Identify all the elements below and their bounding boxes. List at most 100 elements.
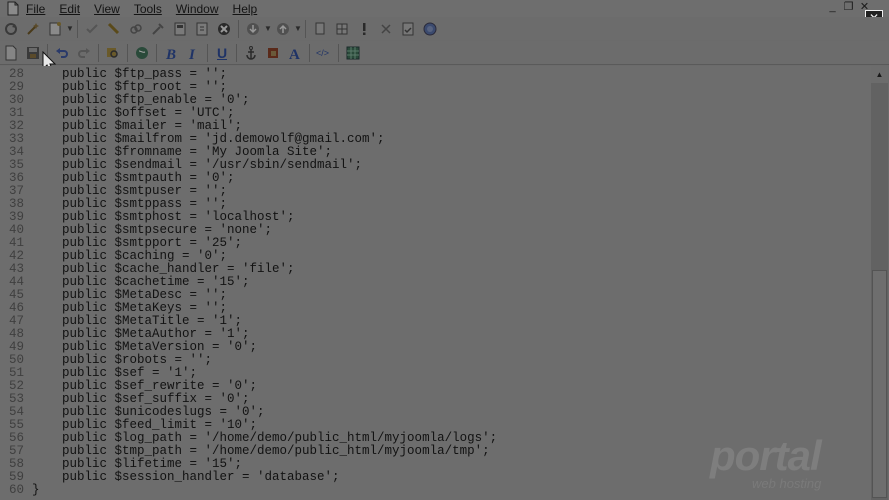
italic-icon: I	[188, 47, 196, 61]
new-button[interactable]	[0, 42, 22, 64]
check-icon	[86, 23, 98, 33]
find-button[interactable]	[102, 42, 124, 64]
grid-button[interactable]	[331, 18, 353, 40]
underline-button[interactable]: U	[211, 42, 233, 64]
tools-icon	[152, 22, 164, 35]
undo-icon	[56, 47, 68, 58]
table-button[interactable]	[342, 42, 364, 64]
exclamation-icon	[363, 22, 366, 35]
anchor-button[interactable]	[240, 42, 262, 64]
toolbar-separator	[156, 43, 157, 62]
menu-view[interactable]: View	[94, 2, 120, 16]
new-file-icon	[49, 21, 61, 35]
code-text[interactable]: }	[32, 484, 40, 497]
menu-file[interactable]: File	[26, 2, 45, 16]
toolbar-separator	[98, 43, 99, 62]
menu-window[interactable]: Window	[176, 2, 219, 16]
browser-icon	[136, 46, 148, 59]
links-button[interactable]	[125, 18, 147, 40]
copy-icon	[315, 22, 325, 34]
menu-edit[interactable]: Edit	[59, 2, 80, 16]
watermark-sub: web hosting	[752, 476, 822, 491]
font-icon: A	[289, 47, 300, 61]
svg-text:</>: </>	[316, 48, 329, 58]
minimize-button[interactable]: _	[826, 1, 839, 14]
globe-icon	[423, 22, 437, 35]
refresh-icon	[5, 22, 17, 35]
toolbar-separator	[305, 19, 306, 38]
wizard-button[interactable]	[22, 18, 44, 40]
download-button[interactable]	[242, 18, 264, 40]
svg-text:I: I	[188, 47, 196, 61]
stop-button[interactable]	[213, 18, 235, 40]
code-tag-button[interactable]: </>	[313, 42, 335, 64]
code-text[interactable]: public $session_handler = 'database';	[32, 471, 340, 484]
font-button[interactable]: A	[284, 42, 306, 64]
save-icon	[27, 46, 39, 59]
underline-icon: U	[217, 45, 227, 61]
toolbar-separator	[236, 43, 237, 62]
exclamation-button[interactable]	[353, 18, 375, 40]
page-icon	[196, 22, 208, 35]
bold-button[interactable]: B	[160, 42, 182, 64]
down-arrow-icon	[247, 22, 259, 35]
report-button[interactable]	[397, 18, 419, 40]
vertical-scrollbar[interactable]: ▲	[871, 66, 888, 500]
globe-button[interactable]	[419, 18, 441, 40]
restore-button[interactable]: ❐	[842, 1, 855, 14]
menu-tools[interactable]: Tools	[134, 2, 162, 16]
redo-icon	[78, 47, 90, 58]
svg-text:U: U	[217, 45, 227, 61]
watermark-brand: portal	[710, 432, 822, 479]
italic-button[interactable]: I	[182, 42, 204, 64]
new-icon	[5, 45, 17, 60]
line-number: 60	[8, 483, 24, 497]
image-button[interactable]	[262, 42, 284, 64]
main-toolbar: ▼ ▼ ▼	[0, 17, 889, 40]
save-button[interactable]	[22, 42, 44, 64]
scrollbar-thumb[interactable]	[872, 270, 887, 498]
format-toolbar: B I U A </>	[0, 41, 889, 65]
toolbar-separator	[338, 43, 339, 62]
chevron-down-icon[interactable]: ▼	[66, 24, 74, 33]
wizard-icon	[27, 22, 39, 35]
toolbar-separator	[207, 43, 208, 62]
menu-help[interactable]: Help	[233, 2, 258, 16]
toolbar-separator	[127, 43, 128, 62]
toolbar-separator	[309, 43, 310, 62]
svg-text:B: B	[165, 47, 176, 61]
links-icon	[130, 23, 142, 34]
image-icon	[268, 47, 278, 58]
anchor-icon	[246, 45, 256, 60]
chevron-down-icon[interactable]: ▼	[264, 24, 272, 33]
upload-button[interactable]	[272, 18, 294, 40]
brush-button[interactable]	[103, 18, 125, 40]
brush-icon	[107, 22, 120, 34]
grid-icon	[336, 23, 348, 34]
new-file-button[interactable]	[44, 18, 66, 40]
copy-button[interactable]	[309, 18, 331, 40]
document-icon	[7, 1, 19, 16]
browser-button[interactable]	[131, 42, 153, 64]
find-icon	[107, 47, 118, 58]
x-icon	[381, 23, 391, 34]
up-arrow-icon	[277, 22, 289, 35]
toolbar-separator	[77, 19, 78, 38]
table-icon	[346, 46, 360, 59]
menu-bar: File Edit View Tools Window Help _ ❐ ✕	[0, 0, 889, 17]
svg-text:A: A	[289, 47, 300, 61]
portal-watermark-logo: portal web hosting	[710, 432, 858, 494]
refresh-button[interactable]	[0, 18, 22, 40]
toolbar-separator	[238, 19, 239, 38]
code-tag-icon: </>	[316, 48, 329, 58]
calculator-button[interactable]	[169, 18, 191, 40]
check-button[interactable]	[81, 18, 103, 40]
tools-button[interactable]	[147, 18, 169, 40]
scroll-up-arrow-icon[interactable]: ▲	[871, 66, 888, 83]
redo-button[interactable]	[73, 42, 95, 64]
page-button[interactable]	[191, 18, 213, 40]
stop-icon	[218, 22, 230, 35]
chevron-down-icon[interactable]: ▼	[294, 24, 302, 33]
report-icon	[402, 22, 414, 35]
delete-button[interactable]	[375, 18, 397, 40]
